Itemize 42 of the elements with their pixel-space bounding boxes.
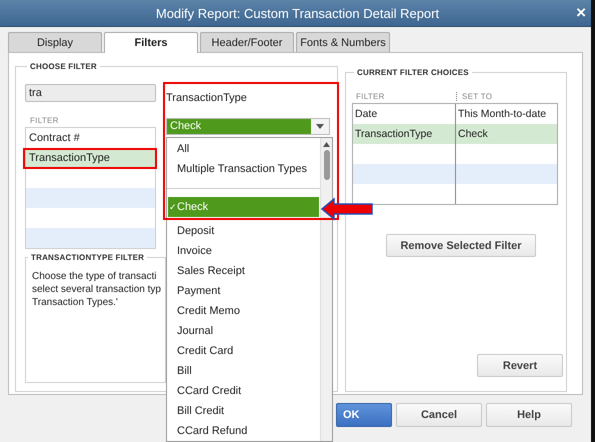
window-title: Modify Report: Custom Transaction Detail Report xyxy=(156,6,440,20)
dialog-button[interactable]: Help xyxy=(486,403,572,427)
column-header: FILTER xyxy=(30,116,60,125)
scrollbar[interactable] xyxy=(320,138,332,441)
remove-filter-button[interactable]: Remove Selected Filter xyxy=(386,234,536,257)
caret-icon xyxy=(316,124,324,129)
transaction-type-dropdown[interactable]: Check xyxy=(166,118,330,135)
dropdown-option[interactable]: Journal xyxy=(167,321,320,341)
dropdown-option[interactable]: Sales Receipt xyxy=(167,261,320,281)
dropdown-option[interactable]: Deposit xyxy=(167,221,320,241)
tab[interactable]: Filters xyxy=(104,32,198,53)
help-text: Choose the type of transacti select several transaction typ Transaction Types.' xyxy=(32,270,162,309)
dropdown-option[interactable]: Bill xyxy=(167,361,320,381)
filter-item[interactable]: Contract # xyxy=(26,128,155,148)
dropdown-option[interactable]: Payment xyxy=(167,281,320,301)
revert-button[interactable]: Revert xyxy=(477,354,563,377)
dropdown-option[interactable]: CCard Refund xyxy=(167,421,320,441)
dropdown-option[interactable]: Invoice xyxy=(167,241,320,261)
group-title: TRANSACTIONTYPE FILTER xyxy=(30,253,146,262)
dropdown-option[interactable]: Multiple Transaction Types xyxy=(167,159,320,179)
scroll-up-icon[interactable] xyxy=(323,142,330,147)
group-title: CURRENT FILTER CHOICES xyxy=(356,68,470,77)
dropdown-option[interactable]: All xyxy=(167,139,320,159)
ok-button[interactable]: OK xyxy=(336,403,392,427)
group-title: CHOOSE FILTER xyxy=(29,62,98,71)
field-label: TransactionType xyxy=(166,92,247,104)
search-field[interactable]: tra xyxy=(25,84,156,102)
dropdown-option[interactable]: Credit Memo xyxy=(167,301,320,321)
dropdown-option[interactable]: CCard Credit xyxy=(167,381,320,401)
dropdown-option[interactable]: Credit Card xyxy=(167,341,320,361)
dropdown-option[interactable]: Bill Credit xyxy=(167,401,320,421)
dropdown-option[interactable]: ✓Check xyxy=(168,197,319,217)
tab[interactable]: Display xyxy=(8,32,102,52)
column-header: SET TO xyxy=(456,92,492,101)
tab[interactable]: Header/Footer xyxy=(200,32,294,52)
tab[interactable]: Fonts & Numbers xyxy=(296,32,390,52)
dialog-button[interactable]: Cancel xyxy=(396,403,482,427)
table-row[interactable]: TransactionType Check xyxy=(353,124,557,144)
scroll-thumb[interactable] xyxy=(324,150,330,180)
close-button[interactable]: × xyxy=(576,3,586,23)
column-header: FILTER xyxy=(355,92,386,101)
pointer-arrow xyxy=(320,197,374,221)
